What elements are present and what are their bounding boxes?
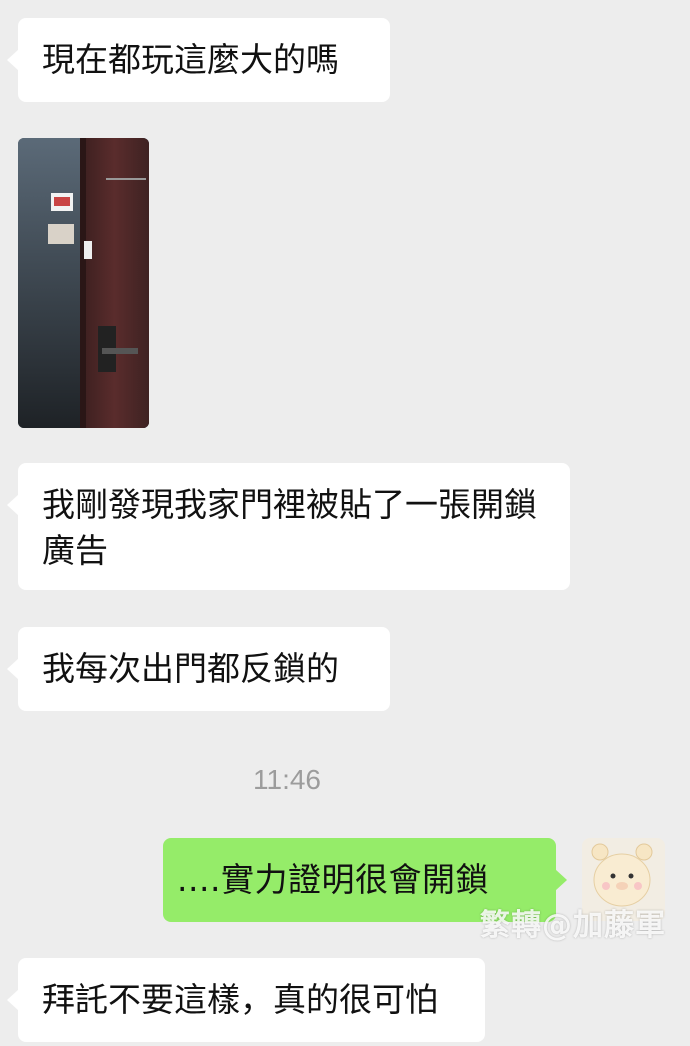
door-image-icon <box>18 138 149 428</box>
watermark-text: 繁轉@加藤軍 <box>480 908 666 943</box>
door-photo[interactable] <box>18 138 149 428</box>
message-timestamp: 11:46 <box>253 764 321 795</box>
message-bubble-incoming[interactable]: 現在都玩這麼大的嗎 <box>7 18 390 102</box>
message-bubble-incoming[interactable]: 我剛發現我家門裡被貼了一張開鎖廣告 <box>7 463 570 590</box>
message-bubble-incoming[interactable]: 拜託不要這樣，真的很可怕 <box>7 958 485 1042</box>
message-bubble-incoming[interactable]: 我每次出門都反鎖的 <box>7 627 390 711</box>
